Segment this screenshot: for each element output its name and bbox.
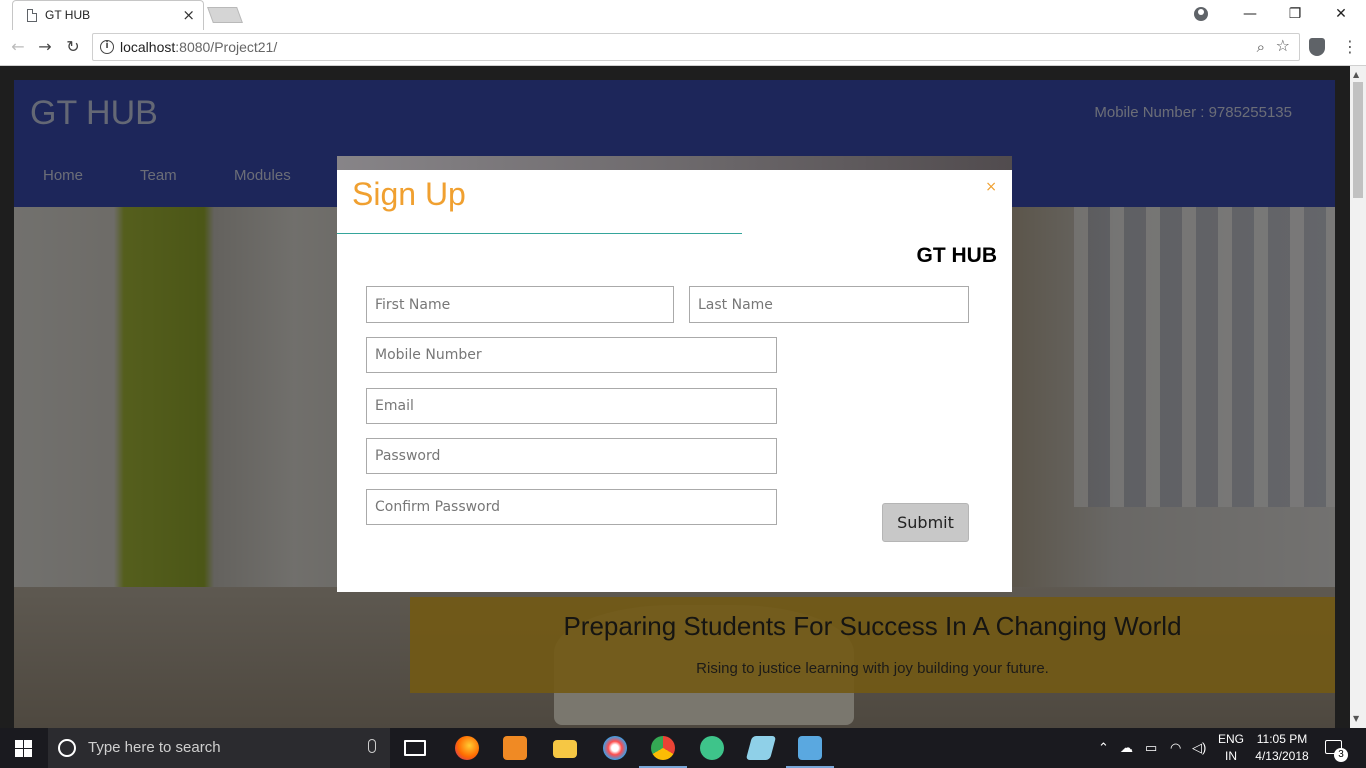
password-input[interactable] xyxy=(366,438,777,474)
scroll-down-icon[interactable]: ▼ xyxy=(1353,714,1359,723)
windows-start-icon[interactable] xyxy=(15,740,32,757)
clock-date: 4/13/2018 xyxy=(1255,749,1309,763)
scrollbar-thumb[interactable] xyxy=(1353,82,1363,198)
extension-shield-icon[interactable] xyxy=(1309,38,1325,56)
page-icon xyxy=(27,9,37,22)
paint-icon[interactable] xyxy=(603,736,627,760)
modal-title: Sign Up xyxy=(352,176,466,212)
close-window-button[interactable]: ✕ xyxy=(1318,0,1364,28)
file-explorer-icon[interactable] xyxy=(553,740,577,758)
tab-title: GT HUB xyxy=(45,8,91,22)
scroll-up-icon[interactable]: ▲ xyxy=(1353,70,1359,79)
info-icon[interactable]: i xyxy=(100,40,114,54)
clock-time: 11:05 PM xyxy=(1256,732,1308,746)
last-name-input[interactable] xyxy=(689,286,969,323)
notepad-icon[interactable] xyxy=(745,736,777,760)
battery-icon[interactable]: ▭ xyxy=(1145,740,1157,756)
browser-tab-strip: GT HUB × — ❐ ✕ xyxy=(0,0,1366,30)
signup-modal: Sign Up × GT HUB Submit xyxy=(337,170,1012,592)
search-placeholder[interactable]: Type here to search xyxy=(88,739,221,756)
cortana-icon[interactable] xyxy=(58,739,76,757)
onedrive-icon[interactable]: ☁ xyxy=(1120,740,1133,756)
taskbar-clock[interactable]: 11:05 PM 4/13/2018 xyxy=(1254,731,1310,765)
tab-close-icon[interactable]: × xyxy=(182,6,195,24)
tray-expand-icon[interactable]: ⌃ xyxy=(1098,740,1109,756)
minimize-button[interactable]: — xyxy=(1227,0,1273,28)
volume-icon[interactable]: ◁) xyxy=(1192,740,1206,756)
modal-close-icon[interactable]: × xyxy=(985,179,997,195)
page-viewport: GT HUB Mobile Number : 9785255135 Home T… xyxy=(0,66,1350,728)
forward-icon[interactable]: → xyxy=(34,36,56,58)
wifi-icon[interactable]: ◠ xyxy=(1170,740,1181,756)
modal-top-strip xyxy=(337,156,1012,170)
back-icon[interactable]: ← xyxy=(7,36,29,58)
taskbar-search[interactable]: Type here to search xyxy=(48,728,390,768)
zoom-icon[interactable]: ⌕ xyxy=(1257,38,1265,56)
windows-taskbar: Type here to search ⌃ ☁ ▭ ◠ ◁) ENG IN 11… xyxy=(0,728,1366,768)
email-input[interactable] xyxy=(366,388,777,424)
address-bar[interactable]: i localhost:8080/Project21/ ⌕ ☆ xyxy=(92,33,1300,61)
browser-toolbar: ← → ↻ i localhost:8080/Project21/ ⌕ ☆ xyxy=(0,30,1366,66)
modal-brand: GT HUB xyxy=(916,244,998,267)
notification-count: 3 xyxy=(1334,748,1348,762)
page-scrollbar[interactable]: ▲ ▼ xyxy=(1350,66,1366,728)
title-divider xyxy=(337,233,742,234)
profile-icon[interactable] xyxy=(1194,7,1208,21)
url-text[interactable]: localhost:8080/Project21/ xyxy=(120,39,277,55)
new-tab-button[interactable] xyxy=(207,7,243,23)
atom-icon[interactable] xyxy=(700,736,724,760)
microphone-icon[interactable] xyxy=(368,739,376,753)
browser-tab[interactable]: GT HUB × xyxy=(12,0,204,30)
task-view-icon[interactable] xyxy=(404,740,426,756)
language-indicator[interactable]: ENG IN xyxy=(1216,731,1246,765)
firefox-icon[interactable] xyxy=(455,736,479,760)
chrome-icon[interactable] xyxy=(651,736,675,760)
media-player-icon[interactable] xyxy=(503,736,527,760)
bookmark-star-icon[interactable]: ☆ xyxy=(1276,36,1290,55)
mobile-number-input[interactable] xyxy=(366,337,777,373)
first-name-input[interactable] xyxy=(366,286,674,323)
confirm-password-input[interactable] xyxy=(366,489,777,525)
browser-menu-icon[interactable]: ⋮ xyxy=(1342,38,1358,56)
lang-bottom: IN xyxy=(1225,749,1237,763)
lang-top: ENG xyxy=(1217,732,1244,746)
reload-icon[interactable]: ↻ xyxy=(62,36,84,58)
restore-button[interactable]: ❐ xyxy=(1272,0,1318,28)
virtualbox-icon[interactable] xyxy=(798,736,822,760)
submit-button[interactable]: Submit xyxy=(882,503,969,542)
